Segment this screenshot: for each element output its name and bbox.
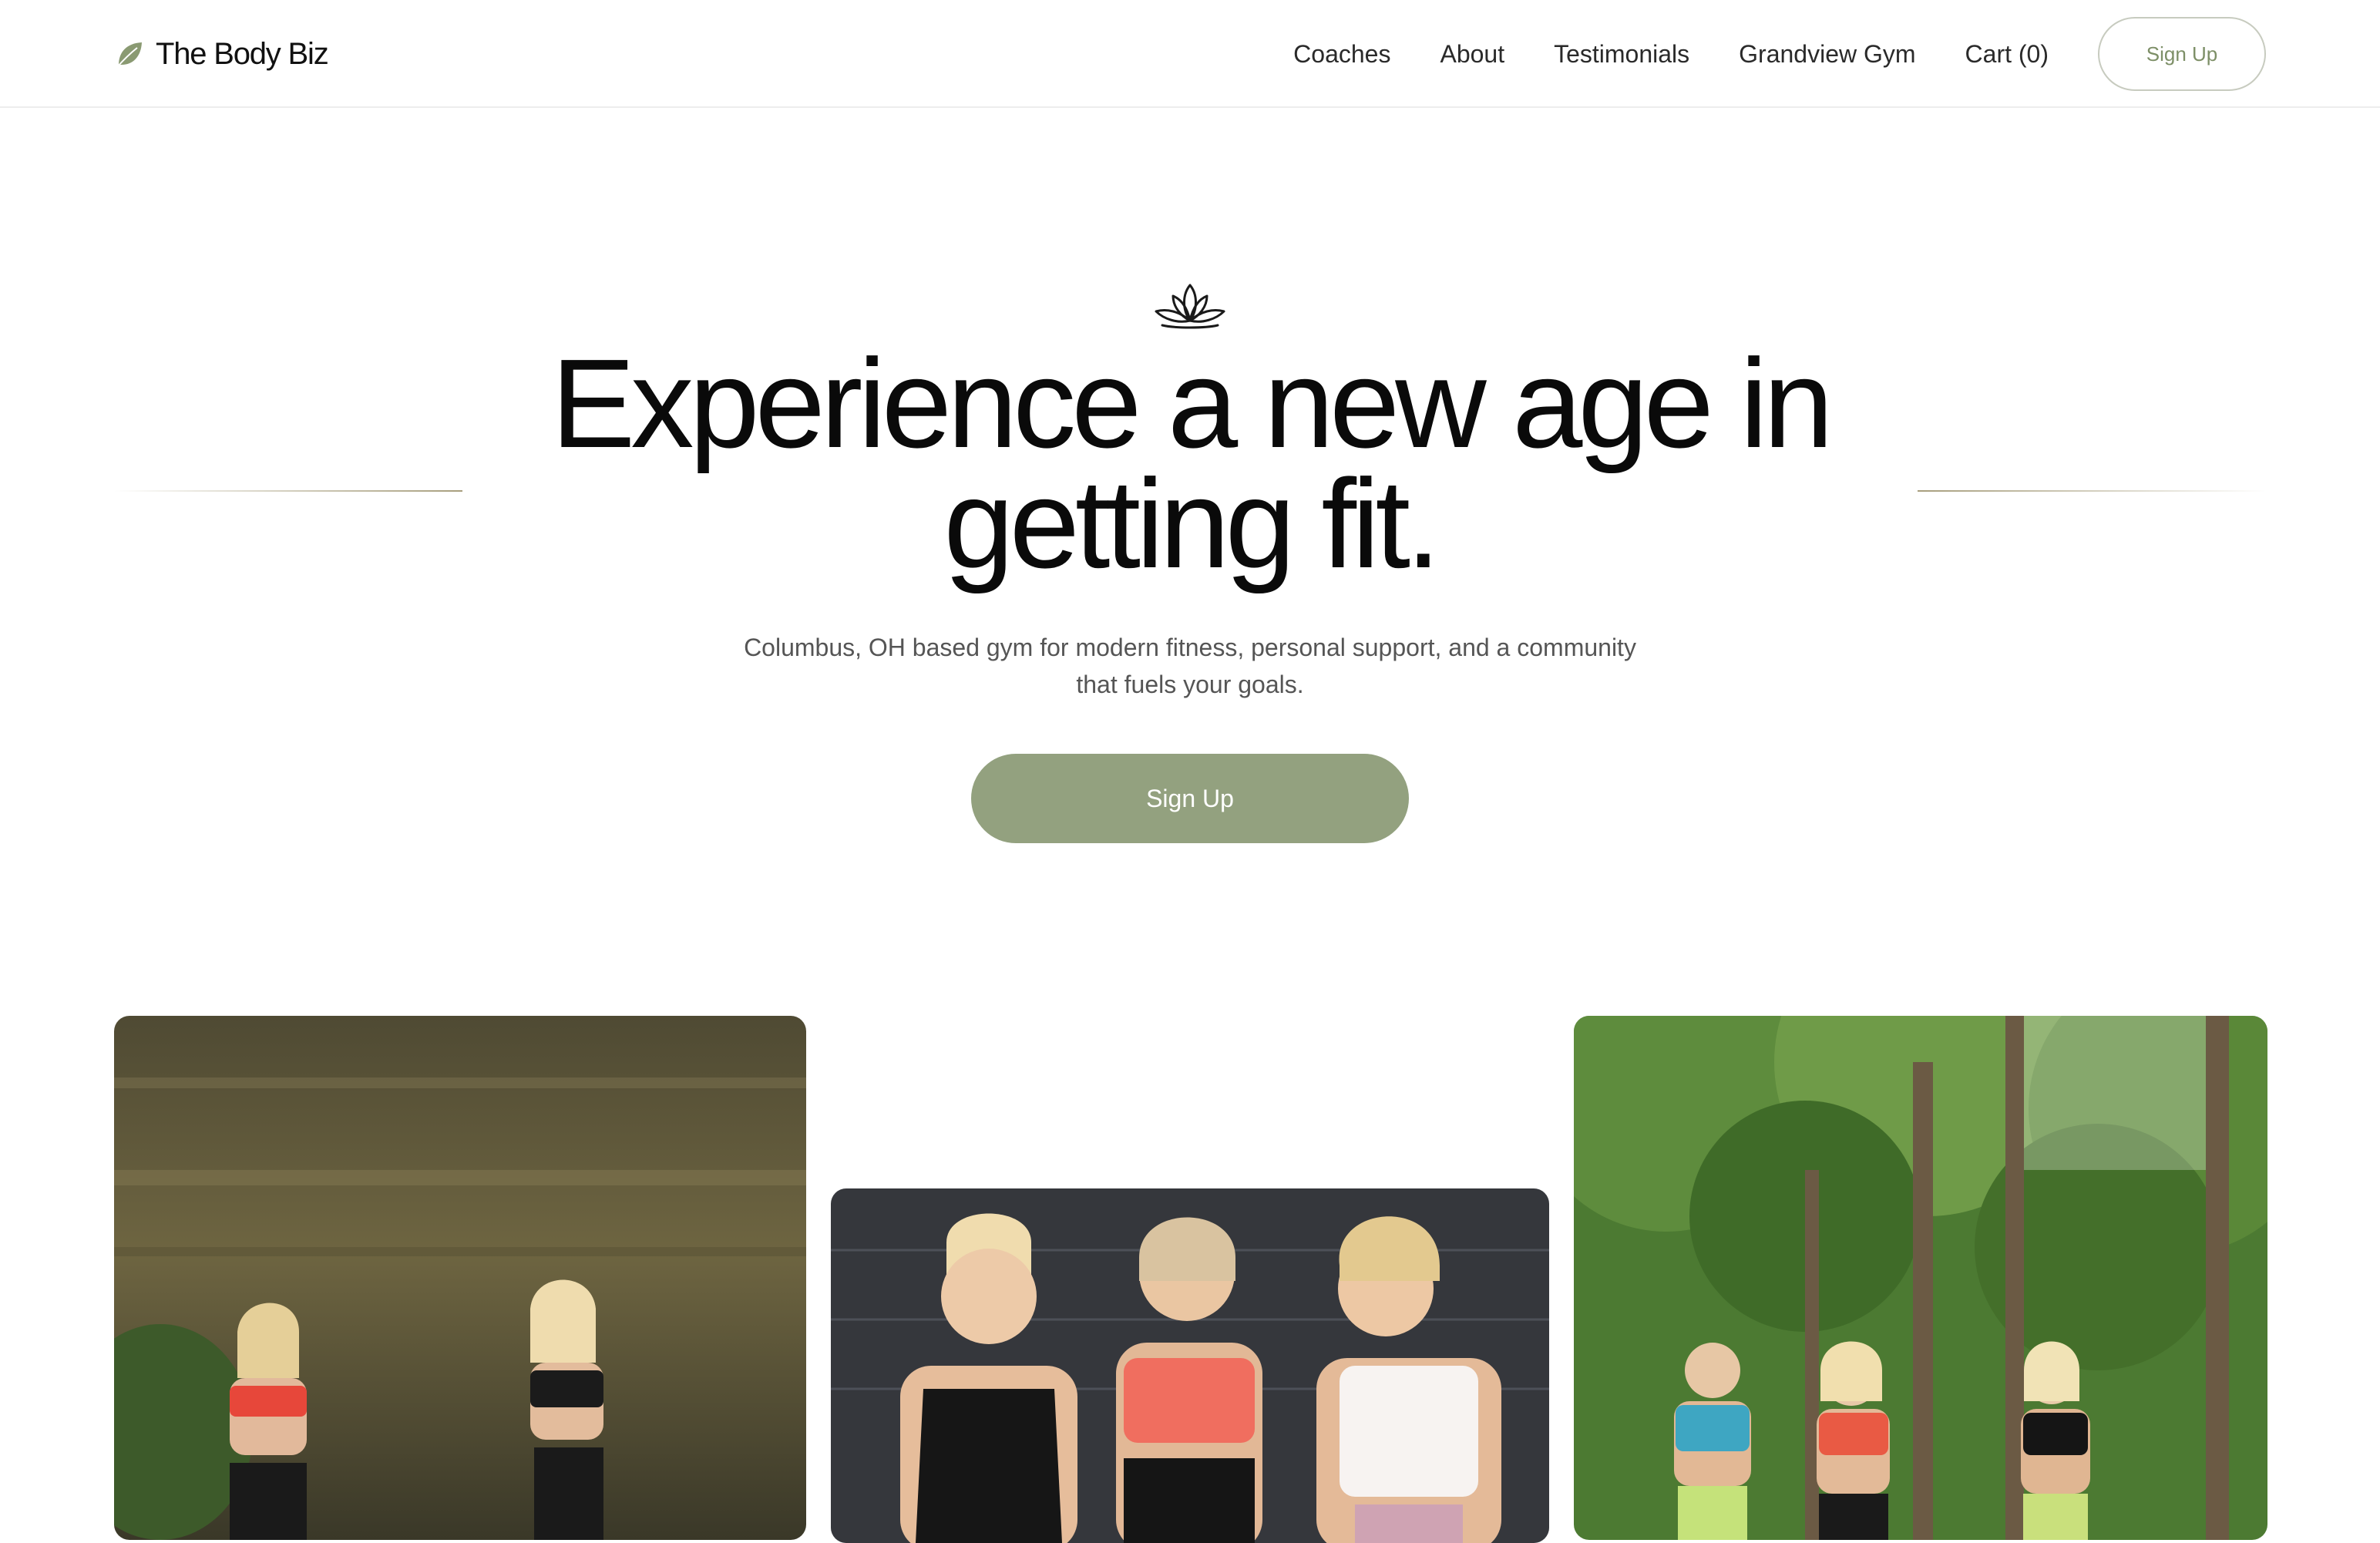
hero-signup-button[interactable]: Sign Up [971,754,1409,843]
main-nav: Coaches About Testimonials Grandview Gym… [1293,0,2380,108]
coaches-forest-photo [1574,1016,2267,1540]
hero-divider-left [114,490,462,492]
nav-link-cart[interactable]: Cart (0) [1965,40,2049,69]
nav-link-coaches[interactable]: Coaches [1293,40,1390,69]
header-signup-button[interactable]: Sign Up [2098,17,2266,91]
nav-link-testimonials[interactable]: Testimonials [1554,40,1689,69]
leaf-icon [116,42,142,68]
hero-subtitle: Columbus, OH based gym for modern fitnes… [744,634,1636,698]
hero-title: Experience a new age in getting fit. [550,333,1834,594]
hero-divider-right [1918,490,2266,492]
nav-link-about[interactable]: About [1440,40,1504,69]
nav-link-grandview-gym[interactable]: Grandview Gym [1739,40,1915,69]
coaches-smiling-photo [831,1188,1549,1543]
brand-logo[interactable]: The Body Biz [114,32,329,76]
coaches-rock-wall-photo [114,1016,806,1540]
brand-name: The Body Biz [156,36,329,71]
lotus-icon [1155,284,1225,329]
site-header: The Body Biz Coaches About Testimonials … [0,0,2380,108]
